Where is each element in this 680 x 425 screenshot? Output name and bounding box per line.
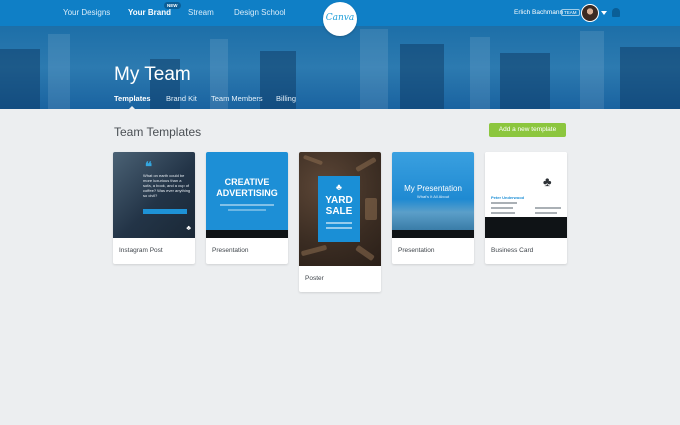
- thumb-pill: [143, 209, 187, 214]
- tab-team-members[interactable]: Team Members: [211, 94, 263, 103]
- template-card-business-card[interactable]: ♣ Peter Underwood Business Card: [485, 152, 567, 264]
- thumb-subtitle: What's It All About: [416, 194, 450, 199]
- page-title: My Team: [114, 64, 191, 85]
- caret-down-icon[interactable]: [601, 11, 607, 15]
- thumb-footer-bar: [206, 230, 288, 238]
- bell-icon[interactable]: [612, 8, 620, 17]
- thumb-text: What on earth could be more luxurious th…: [143, 173, 191, 198]
- tab-templates[interactable]: Templates: [114, 94, 151, 103]
- tab-billing[interactable]: Billing: [276, 94, 296, 103]
- hero-banner: [0, 26, 680, 109]
- nav-your-designs[interactable]: Your Designs: [63, 8, 110, 17]
- template-card-presentation-2[interactable]: My Presentation What's It All About Pres…: [392, 152, 474, 264]
- leaf-logo-icon: ♣: [336, 182, 342, 192]
- tab-brand-kit[interactable]: Brand Kit: [166, 94, 197, 103]
- template-label: Instagram Post: [119, 247, 163, 254]
- template-label: Presentation: [398, 247, 435, 254]
- thumb-footer-bar: [485, 217, 567, 238]
- poster-sign: ♣ YARD SALE: [318, 176, 360, 242]
- template-thumbnail[interactable]: ♣ Peter Underwood: [485, 152, 567, 238]
- user-name[interactable]: Erlich Bachmann: [514, 9, 563, 16]
- leaf-logo-icon: ♣: [186, 225, 191, 232]
- thumb-line: [220, 204, 274, 206]
- thumb-title: My Presentation: [404, 184, 462, 193]
- template-thumbnail[interactable]: ❝ What on earth could be more luxurious …: [113, 152, 195, 238]
- leaf-logo-icon: ♣: [543, 174, 552, 189]
- template-card-instagram[interactable]: ❝ What on earth could be more luxurious …: [113, 152, 195, 264]
- user-avatar[interactable]: [581, 4, 599, 22]
- nav-your-brand[interactable]: Your Brand: [128, 8, 171, 17]
- nav-stream[interactable]: Stream: [188, 8, 214, 17]
- template-thumbnail[interactable]: CREATIVE ADVERTISING: [206, 152, 288, 238]
- active-tab-indicator: [127, 106, 137, 111]
- logo-text: Canva: [325, 13, 355, 23]
- thumb-line: [228, 209, 266, 211]
- thumb-title: CREATIVE ADVERTISING: [216, 177, 278, 198]
- template-thumbnail[interactable]: ♣ YARD SALE: [299, 152, 381, 266]
- thumb-title: YARD SALE: [325, 195, 353, 217]
- canva-logo[interactable]: Canva: [323, 2, 357, 36]
- template-label: Business Card: [491, 247, 534, 254]
- template-label: Poster: [305, 275, 324, 282]
- section-title: Team Templates: [114, 125, 202, 139]
- template-thumbnail[interactable]: My Presentation What's It All About: [392, 152, 474, 238]
- team-badge: TEAM: [561, 9, 580, 16]
- thumb-footer-bar: [392, 230, 474, 238]
- template-card-presentation[interactable]: CREATIVE ADVERTISING Presentation: [206, 152, 288, 264]
- template-label: Presentation: [212, 247, 249, 254]
- nav-design-school[interactable]: Design School: [234, 8, 286, 17]
- thumb-name: Peter Underwood: [491, 195, 525, 200]
- new-badge: NEW: [164, 2, 181, 9]
- add-template-button[interactable]: Add a new template: [489, 123, 566, 137]
- template-card-poster[interactable]: ♣ YARD SALE Poster: [299, 152, 381, 292]
